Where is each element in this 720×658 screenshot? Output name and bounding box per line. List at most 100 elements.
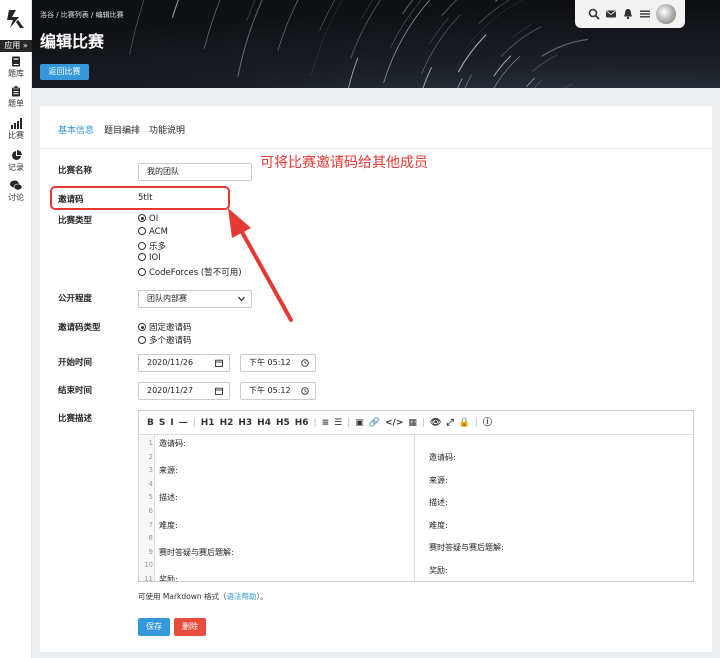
toolbar-button[interactable]: ▣ [355, 418, 364, 428]
contest-type-option-oi[interactable]: OI [138, 214, 158, 224]
toolbar-button[interactable]: ≡ [322, 418, 330, 428]
toolbar-button[interactable]: 👁 [430, 418, 441, 428]
chat-icon [10, 180, 22, 191]
preview-line: 邀请码: [429, 453, 456, 462]
book-icon [12, 56, 20, 67]
sidebar-item-problemsets[interactable]: 题单 [0, 86, 32, 109]
toolbar-button[interactable]: ☰ [334, 418, 342, 428]
sidebar-item-label: 记录 [8, 163, 24, 172]
invite-type-label: 邀请码类型 [58, 323, 101, 333]
radio-icon [138, 336, 146, 344]
toolbar-button[interactable]: ⓘ [483, 418, 492, 428]
sidebar-item-contests[interactable]: 比赛 [0, 118, 32, 141]
contest-name-input[interactable]: 我的团队 [138, 163, 252, 181]
avatar[interactable] [656, 4, 676, 24]
sidebar: 应用 » 题库 题单 比赛 记录 讨论 [0, 0, 32, 658]
toolbar-separator: | [192, 418, 196, 428]
tab-divider [40, 148, 712, 149]
sidebar-item-label: 题库 [8, 69, 24, 78]
annotation-text: 可将比赛邀请码给其他成员 [260, 155, 428, 171]
toolbar-separator: | [347, 418, 351, 428]
toolbar-button[interactable]: ▦ [408, 418, 417, 428]
breadcrumb[interactable]: 洛谷 / 比赛列表 / 编辑比赛 [40, 10, 124, 20]
visibility-select[interactable]: 团队内部赛 [138, 290, 252, 308]
toolbar-button[interactable]: H2 [220, 418, 234, 428]
tab-problem-arrange[interactable]: 题目编排 [104, 123, 140, 136]
source-line: 描述: [159, 493, 178, 503]
toolbar-button[interactable]: 🔒 [459, 418, 470, 428]
toolbar-button[interactable]: B [147, 418, 154, 428]
delete-button[interactable]: 删除 [174, 618, 206, 636]
radio-selected-icon [138, 323, 146, 331]
toolbar-separator: | [421, 418, 425, 428]
invite-type-option-fixed[interactable]: 固定邀请码 [138, 321, 192, 333]
toolbar-button[interactable]: S [159, 418, 165, 428]
line-number-gutter: 1 2 3 4 5 6 7 8 9 10 11 [139, 435, 155, 581]
toolbar-button[interactable]: </> [385, 418, 403, 428]
contest-type-option-codeforces[interactable]: CodeForces (暂不可用) [138, 266, 242, 278]
line-number: 7 [148, 520, 153, 529]
preview-line: 来源: [429, 475, 448, 485]
end-date-input[interactable]: 2020/11/27 [138, 382, 230, 400]
clipboard-icon [12, 86, 20, 97]
syntax-help-link[interactable]: 语法帮助 [227, 592, 257, 601]
mail-icon[interactable] [605, 8, 617, 20]
line-number: 10 [144, 561, 153, 570]
markdown-editor[interactable]: B S I — | H1 H2 H3 H4 H5 H6 | ≡ ☰ | ▣ 🔗 </> ▦ | 👁 ⤢ 🔒 | ⓘ 1 2 3 4 5 6… [138, 410, 694, 582]
pie-chart-icon [11, 150, 22, 160]
toolbar-button[interactable]: H5 [276, 418, 290, 428]
contest-name-label: 比赛名称 [58, 166, 93, 176]
toolbar-button[interactable]: H6 [295, 418, 309, 428]
radio-selected-icon [138, 214, 146, 222]
editor-source-pane[interactable]: 1 2 3 4 5 6 7 8 9 10 11 邀请码: 来源: 描述: 难度: 赛时答疑与赛后题解: 奖励: [139, 435, 415, 581]
save-button[interactable]: 保存 [138, 618, 170, 636]
line-number: 1 [148, 439, 153, 447]
toolbar-button[interactable]: 🔗 [369, 418, 380, 428]
line-number: 6 [148, 507, 153, 515]
tab-feature-help[interactable]: 功能说明 [149, 123, 185, 136]
description-label: 比赛描述 [58, 414, 93, 424]
chevron-down-icon [238, 296, 245, 302]
contest-type-option-ledo[interactable]: 乐多 [138, 240, 166, 252]
start-date-input[interactable]: 2020/11/26 [138, 354, 230, 372]
contest-type-option-acm[interactable]: ACM [138, 227, 168, 237]
sidebar-item-label: 讨论 [8, 193, 24, 202]
start-time-input[interactable]: 下午 05:12 [240, 354, 316, 372]
user-toolbar [575, 0, 685, 28]
line-number: 8 [148, 534, 153, 543]
line-number: 4 [148, 479, 153, 488]
tab-basic-info[interactable]: 基本信息 [58, 123, 94, 136]
search-icon[interactable] [588, 8, 600, 20]
markdown-hint: 可使用 Markdown 格式（语法帮助）。 [138, 592, 268, 601]
sidebar-item-discuss[interactable]: 讨论 [0, 180, 32, 203]
menu-icon[interactable] [639, 8, 651, 20]
end-time-label: 结束时间 [58, 386, 93, 396]
sidebar-item-records[interactable]: 记录 [0, 150, 32, 173]
line-number: 9 [148, 547, 153, 556]
visibility-label: 公开程度 [58, 294, 93, 304]
bell-icon[interactable] [622, 8, 634, 20]
back-to-contest-button[interactable]: 返回比赛 [40, 64, 89, 80]
toolbar-separator: | [313, 418, 317, 428]
apps-toggle[interactable]: 应用 » [0, 40, 32, 52]
toolbar-separator: | [474, 418, 478, 428]
toolbar-button[interactable]: I [170, 418, 173, 428]
calendar-icon [215, 359, 223, 367]
edit-contest-card: 基本信息 题目编排 功能说明 比赛名称 我的团队 邀请码 5tlt 比赛类型 O… [40, 106, 712, 652]
page-title: 编辑比赛 [40, 32, 105, 51]
invite-code-label: 邀请码 [58, 195, 84, 205]
radio-icon [138, 253, 146, 261]
line-number: 5 [148, 493, 153, 502]
toolbar-button[interactable]: H4 [257, 418, 271, 428]
invite-type-option-multiple[interactable]: 多个邀请码 [138, 334, 192, 346]
toolbar-button[interactable]: ⤢ [446, 418, 453, 428]
contest-type-option-ioi[interactable]: IOI [138, 253, 161, 263]
toolbar-button[interactable]: H3 [238, 418, 252, 428]
luogu-logo-icon[interactable] [6, 8, 26, 30]
end-time-input[interactable]: 下午 05:12 [240, 382, 316, 400]
toolbar-button[interactable]: H1 [201, 418, 215, 428]
sidebar-item-problems[interactable]: 题库 [0, 56, 32, 79]
toolbar-button[interactable]: — [179, 418, 188, 428]
start-time-label: 开始时间 [58, 358, 93, 368]
source-line: 邀请码: [159, 439, 186, 448]
